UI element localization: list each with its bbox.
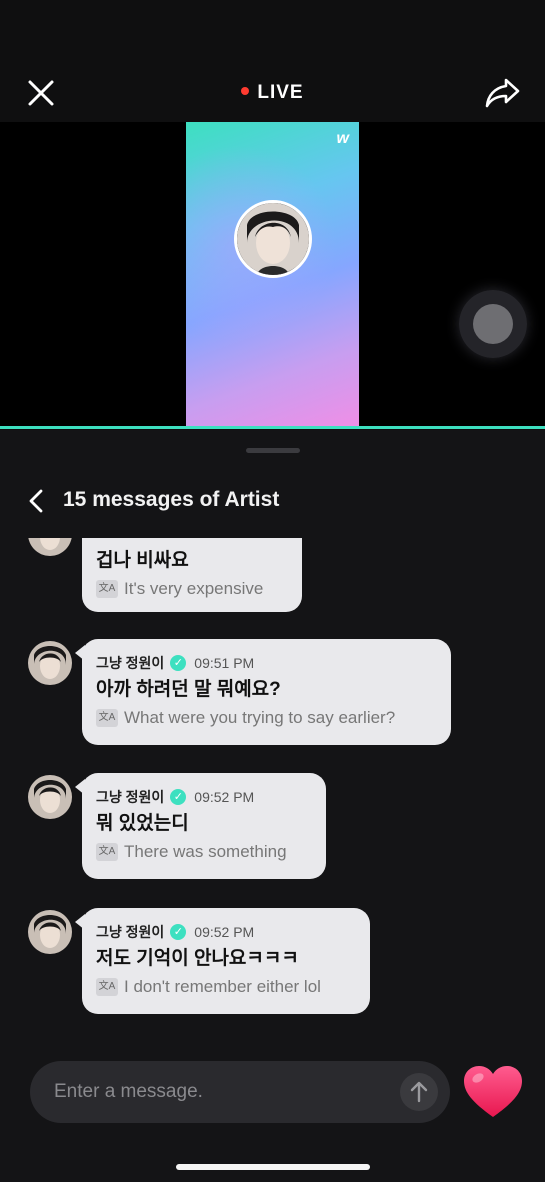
sheet-drag-handle[interactable] bbox=[246, 448, 300, 453]
message-meta: 그냥 정원이 ✓ 09:52 PM bbox=[96, 922, 356, 942]
artist-messages-sheet: 15 messages of Artist 겁나 비싸요 文A It's very… bbox=[0, 430, 545, 1182]
share-button[interactable] bbox=[484, 76, 522, 110]
message-list[interactable]: 겁나 비싸요 文A It's very expensive 그냥 정원이 ✓ 09:5… bbox=[0, 538, 545, 1048]
bubble-tail bbox=[75, 914, 85, 930]
artist-avatar bbox=[28, 910, 72, 954]
message-bubble: 그냥 정원이 ✓ 09:51 PM 아까 하려던 말 뭐예요? 文A What wer… bbox=[75, 639, 451, 745]
message-composer bbox=[30, 1061, 450, 1123]
message-time: 09:52 PM bbox=[194, 924, 255, 940]
share-icon bbox=[485, 78, 520, 108]
playback-progress-fill bbox=[0, 426, 545, 429]
message-text: 저도 기억이 안나요ㅋㅋㅋ bbox=[96, 948, 299, 969]
sheet-title: 15 messages of Artist bbox=[63, 488, 280, 511]
live-dot bbox=[241, 86, 250, 95]
verified-badge-icon: ✓ bbox=[170, 789, 187, 806]
message-translation: 文A It's very expensive bbox=[96, 578, 288, 600]
live-stream-frame: w bbox=[186, 122, 359, 428]
sender-name: 그냥 정원이 bbox=[96, 655, 165, 671]
translate-icon: 文A bbox=[96, 977, 118, 996]
artist-avatar bbox=[28, 641, 72, 685]
message-time: 09:52 PM bbox=[194, 789, 255, 805]
translation-text: There was something bbox=[124, 842, 287, 861]
message-time: 09:51 PM bbox=[194, 655, 255, 671]
message-bubble: 겁나 비싸요 文A It's very expensive bbox=[82, 538, 302, 612]
translate-icon: 文A bbox=[96, 579, 118, 598]
sender-name: 그냥 정원이 bbox=[96, 789, 165, 805]
heart-button[interactable] bbox=[462, 1064, 524, 1120]
record-button-inner bbox=[473, 304, 513, 344]
message-meta: 그냥 정원이 ✓ 09:52 PM bbox=[96, 787, 312, 807]
message-text: 뭐 있었는디 bbox=[96, 813, 189, 834]
translation-text: It's very expensive bbox=[124, 579, 264, 598]
home-indicator[interactable] bbox=[176, 1164, 370, 1170]
message-input[interactable] bbox=[54, 1061, 384, 1123]
heart-icon bbox=[464, 1066, 522, 1117]
message-text: 아까 하려던 말 뭐예요? bbox=[96, 679, 281, 700]
bubble-tail bbox=[75, 779, 85, 795]
message-meta: 그냥 정원이 ✓ 09:51 PM bbox=[96, 653, 437, 673]
message-bubble: 그냥 정원이 ✓ 09:52 PM 저도 기억이 안나요ㅋㅋㅋ 文A I don't … bbox=[75, 908, 370, 1014]
sender-name: 그냥 정원이 bbox=[96, 924, 165, 940]
message-meta bbox=[96, 538, 288, 544]
message-translation: 文A I don't remember either lol bbox=[96, 976, 356, 998]
verified-badge-icon: ✓ bbox=[170, 655, 187, 672]
verified-badge-icon: ✓ bbox=[170, 924, 187, 941]
translation-text: What were you trying to say earlier? bbox=[124, 708, 396, 727]
message-translation: 文A What were you trying to say earlier? bbox=[96, 707, 437, 729]
live-indicator: LIVE bbox=[0, 82, 545, 104]
top-bar: LIVE bbox=[0, 0, 545, 122]
live-label: LIVE bbox=[257, 82, 304, 103]
artist-avatar bbox=[28, 538, 72, 556]
bubble-tail bbox=[75, 645, 85, 661]
translation-text: I don't remember either lol bbox=[124, 977, 321, 996]
chevron-left-icon bbox=[29, 489, 43, 513]
artist-profile-avatar bbox=[234, 200, 312, 278]
weverse-logo: w bbox=[336, 130, 349, 147]
translate-icon: 文A bbox=[96, 842, 118, 861]
message-translation: 文A There was something bbox=[96, 841, 312, 863]
playback-progress-bar[interactable] bbox=[0, 426, 545, 429]
back-button[interactable] bbox=[26, 488, 48, 514]
arrow-up-icon bbox=[410, 1081, 428, 1103]
translate-icon: 文A bbox=[96, 708, 118, 727]
live-video-player[interactable]: w bbox=[0, 122, 545, 428]
artist-avatar bbox=[28, 775, 72, 819]
message-text: 겁나 비싸요 bbox=[96, 550, 189, 571]
message-bubble: 그냥 정원이 ✓ 09:52 PM 뭐 있었는디 文A There was somet… bbox=[75, 773, 326, 879]
record-button[interactable] bbox=[459, 290, 527, 358]
send-button[interactable] bbox=[400, 1073, 438, 1111]
